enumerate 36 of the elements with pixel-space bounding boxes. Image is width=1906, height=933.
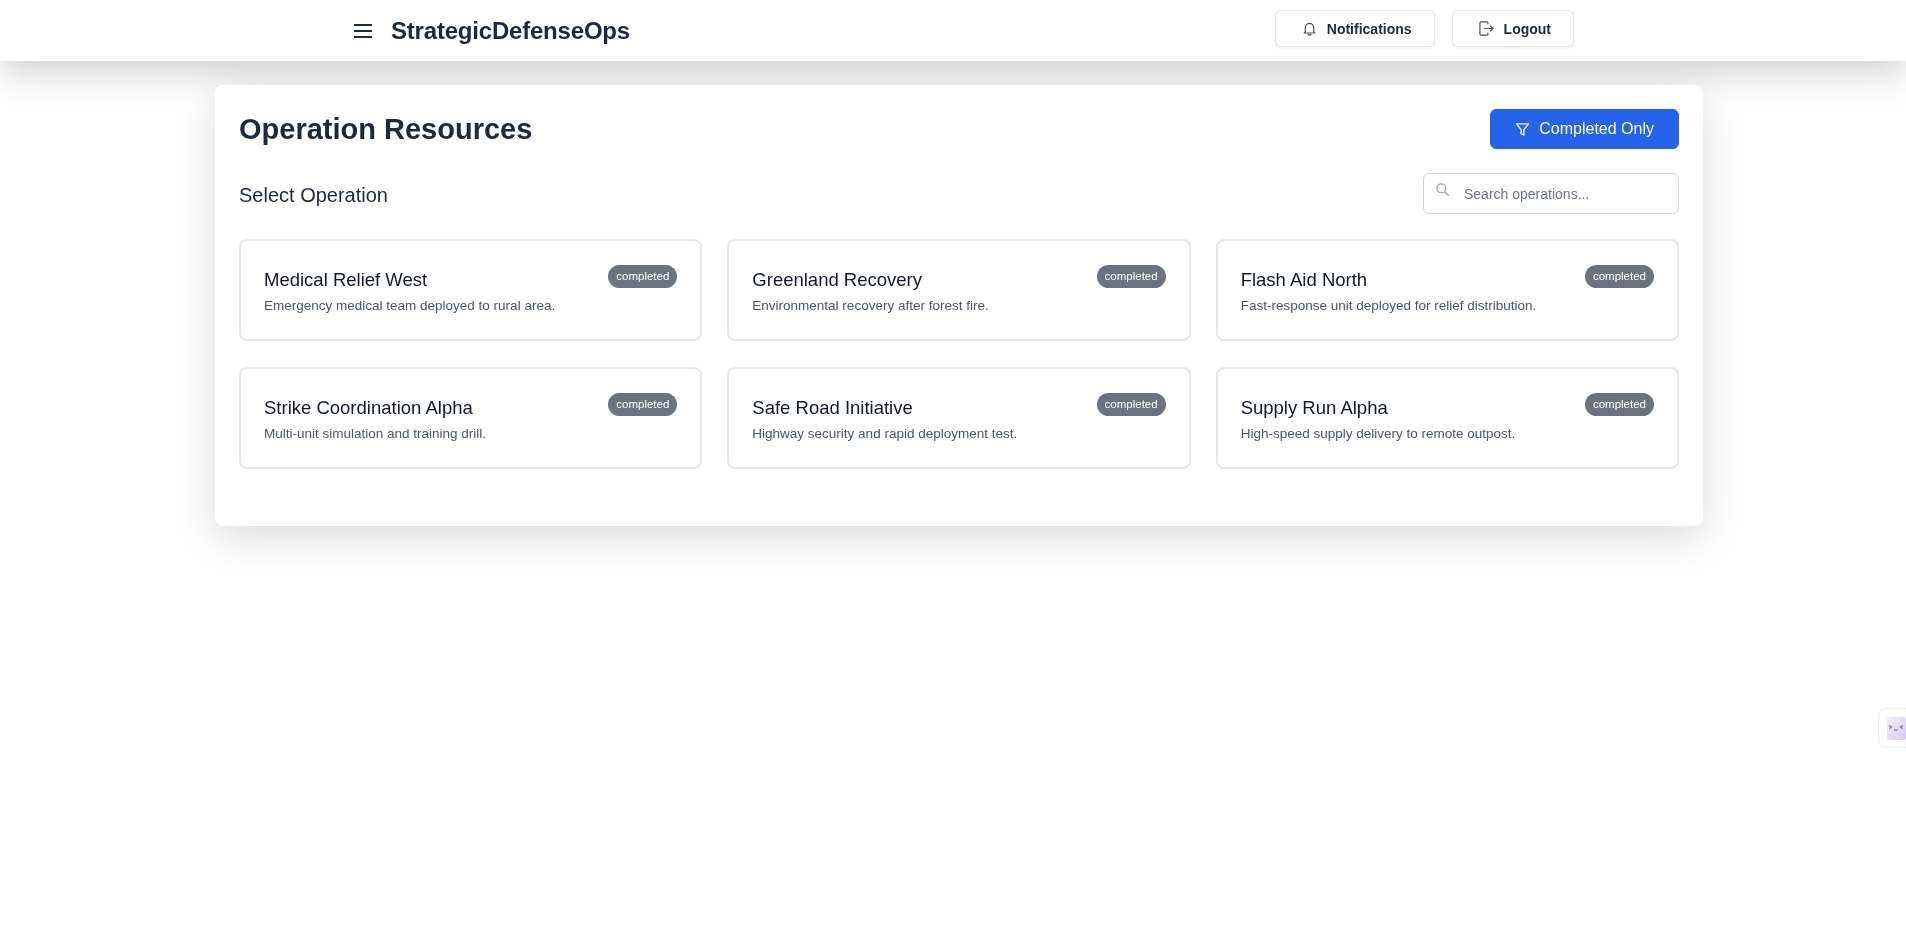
search-icon xyxy=(1436,183,1449,196)
operation-title: Safe Road Initiative xyxy=(752,396,913,420)
section-label: Select Operation xyxy=(239,184,388,207)
operation-title: Greenland Recovery xyxy=(752,268,922,292)
operation-card[interactable]: Medical Relief West completed Emergency medical team deployed to rural area. xyxy=(239,239,703,341)
search-field[interactable]: Search operations... xyxy=(1423,173,1679,214)
panel-title: Operation Resources xyxy=(239,112,533,147)
operation-card[interactable]: Supply Run Alpha completed High-speed supply delivery to remote outpost. xyxy=(1215,367,1679,469)
bell-icon xyxy=(1301,21,1317,36)
status-badge: completed xyxy=(1096,393,1166,416)
operation-description: Highway security and rapid deployment test. xyxy=(752,425,1019,443)
status-badge: completed xyxy=(608,265,678,288)
operation-card[interactable]: Safe Road Initiative completed Highway security and rapid deployment test. xyxy=(727,367,1191,469)
app-title: StrategicDefenseOps xyxy=(391,16,630,45)
status-badge: completed xyxy=(1584,393,1654,416)
operation-description: Emergency medical team deployed to rural area. xyxy=(264,297,557,315)
operation-description: High-speed supply delivery to remote outpost. xyxy=(1240,425,1517,443)
logout-icon xyxy=(1478,21,1494,36)
status-badge: completed xyxy=(1096,265,1166,288)
menu-icon[interactable] xyxy=(354,23,372,38)
operation-description: Multi-unit simulation and training drill. xyxy=(264,425,488,443)
operation-title: Medical Relief West xyxy=(264,268,428,292)
status-badge: completed xyxy=(1584,265,1654,288)
operation-description: Environmental recovery after forest fire. xyxy=(752,297,990,315)
operation-card[interactable]: Strike Coordination Alpha completed Multi-unit simulation and training drill. xyxy=(239,367,703,469)
operation-card[interactable]: Flash Aid North completed Fast-response unit deployed for relief distribution. xyxy=(1215,239,1679,341)
logout-button[interactable]: Logout xyxy=(1451,10,1574,47)
filter-icon xyxy=(1515,121,1531,137)
operation-card[interactable]: Greenland Recovery completed Environmental recovery after forest fire. xyxy=(727,239,1191,341)
filter-button[interactable]: Completed Only xyxy=(1490,109,1679,149)
operation-title: Strike Coordination Alpha xyxy=(264,396,473,420)
notifications-button[interactable]: Notifications xyxy=(1274,10,1435,47)
status-badge: completed xyxy=(608,393,678,416)
operation-title: Supply Run Alpha xyxy=(1240,396,1388,420)
operation-title: Flash Aid North xyxy=(1240,268,1368,292)
operation-description: Fast-response unit deployed for relief distribution. xyxy=(1240,297,1538,315)
